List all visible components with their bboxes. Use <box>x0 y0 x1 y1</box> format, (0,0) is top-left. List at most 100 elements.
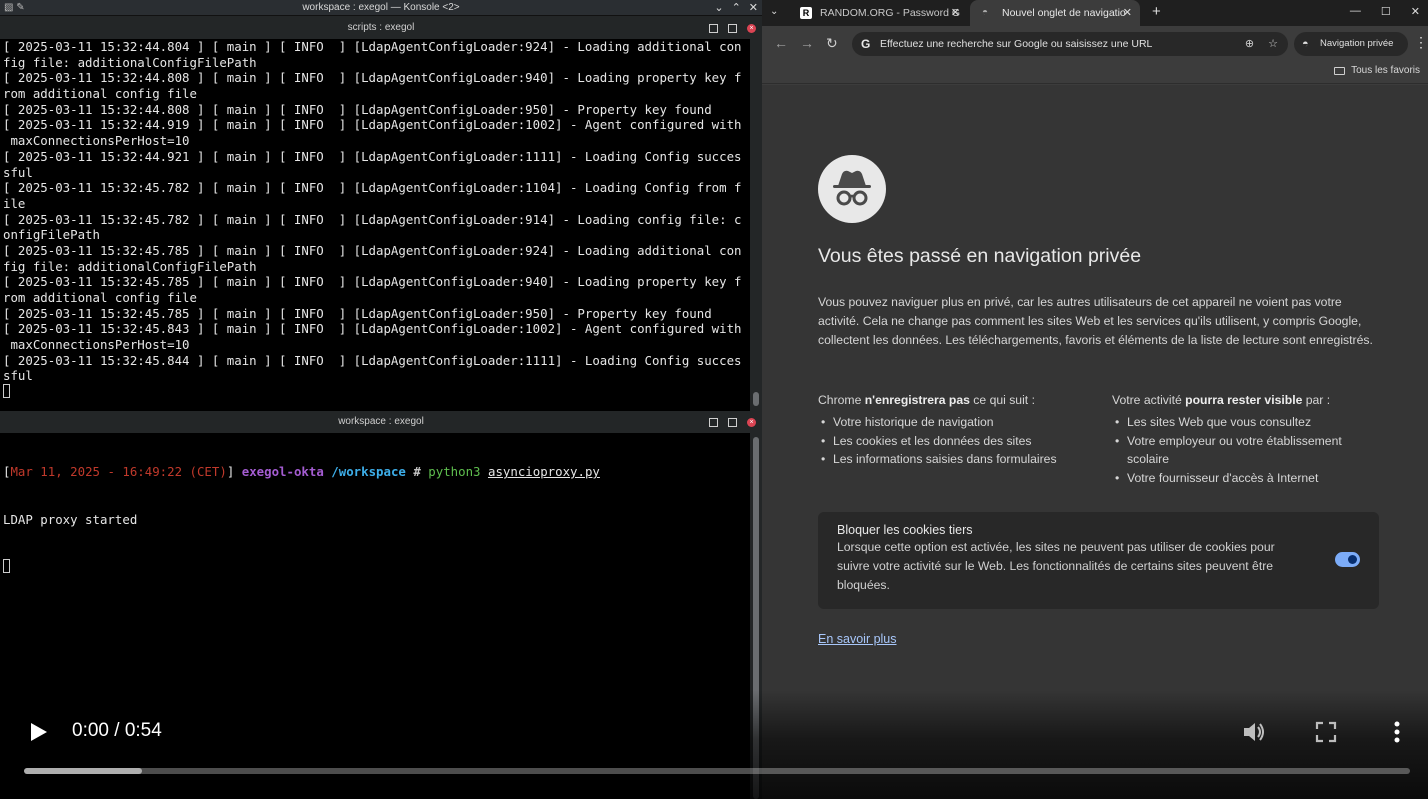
log-line: ile <box>3 195 26 211</box>
log-line: [ 2025-03-11 15:32:45.844 ] [ main ] [ I… <box>3 352 742 368</box>
seek-bar[interactable] <box>24 768 1410 774</box>
close-pane-icon[interactable]: × <box>747 417 756 427</box>
omnibox[interactable]: G Effectuez une recherche sur Google ou … <box>852 32 1288 56</box>
not-saved-heading: Chrome n'enregistrera pas ce qui suit : <box>818 393 1035 407</box>
more-vert-icon <box>1394 721 1400 743</box>
maximize-icon[interactable]: ⌃ <box>732 0 741 16</box>
log-line: sful <box>3 368 33 384</box>
log-line: [ 2025-03-11 15:32:44.804 ] [ main ] [ I… <box>3 39 742 54</box>
forward-arrow-icon[interactable]: → <box>800 35 814 51</box>
minimize-icon[interactable]: — <box>1350 5 1361 18</box>
volume-button[interactable] <box>1240 718 1268 746</box>
maximize-icon[interactable]: ☐ <box>1381 5 1391 18</box>
incognito-indicator[interactable]: ◓ Navigation privée <box>1294 32 1408 56</box>
split-pane-icon[interactable] <box>709 23 718 33</box>
list-item: Votre historique de navigation <box>818 413 1098 432</box>
prompt-host: exegol-okta <box>241 464 324 480</box>
terminal-top[interactable]: [ 2025-03-11 15:32:44.804 ] [ main ] [ I… <box>0 39 750 411</box>
cookie-card-title: Bloquer les cookies tiers <box>837 523 973 537</box>
cookie-card-description: Lorsque cette option est activée, les si… <box>837 540 1275 592</box>
intro-paragraph: Vous pouvez naviguer plus en privé, car … <box>818 295 1373 347</box>
fullscreen-button[interactable] <box>1314 720 1338 744</box>
new-tab-plus-icon[interactable]: + <box>1152 3 1161 20</box>
detach-pane-icon[interactable] <box>728 23 737 33</box>
tab-strip: ⌄ R RANDOM.ORG - Password G ✕ ◓ Nouvel o… <box>762 0 1428 26</box>
tab-random-org[interactable]: R RANDOM.ORG - Password G ✕ <box>788 0 968 26</box>
more-options-button[interactable] <box>1390 718 1404 746</box>
close-tab-icon[interactable]: ✕ <box>951 0 960 26</box>
split-pane-icon[interactable] <box>709 417 718 427</box>
reload-icon[interactable]: ↻ <box>826 35 838 52</box>
fullscreen-icon <box>1315 721 1337 743</box>
list-item: Les cookies et les données des sites <box>818 432 1098 451</box>
page-title: Vous êtes passé en navigation privée <box>818 245 1142 267</box>
log-line: [ 2025-03-11 15:32:45.785 ] [ main ] [ I… <box>3 274 742 290</box>
pane-title: workspace : exegol <box>338 416 424 427</box>
scrollbar-top[interactable] <box>750 39 762 411</box>
close-icon[interactable]: ✕ <box>749 0 758 16</box>
log-line: rom additional config file <box>3 290 197 305</box>
list-item: Les sites Web que vous consultez <box>1112 413 1382 432</box>
zoom-icon[interactable]: ⊕ <box>1245 32 1254 56</box>
incognito-icon: ◓ <box>1302 38 1309 50</box>
konsole-window-title: workspace : exegol — Konsole <2> <box>302 2 460 13</box>
log-line: [ 2025-03-11 15:32:44.808 ] [ main ] [ I… <box>3 101 712 117</box>
toggle-knob <box>1348 555 1357 564</box>
log-line: sful <box>3 164 33 180</box>
log-line: [ 2025-03-11 15:32:44.919 ] [ main ] [ I… <box>3 117 742 133</box>
learn-more-link[interactable]: En savoir plus <box>818 632 897 646</box>
seek-buffered <box>24 768 142 774</box>
tab-label: RANDOM.ORG - Password G <box>820 7 961 19</box>
log-line: maxConnectionsPerHost=10 <box>3 133 190 149</box>
log-line: maxConnectionsPerHost=10 <box>3 337 190 353</box>
close-icon[interactable]: ✕ <box>1411 5 1420 18</box>
detach-pane-icon[interactable] <box>728 417 737 427</box>
command: python3 <box>428 464 481 480</box>
incognito-icon: ◓ <box>982 7 989 18</box>
log-line: [ 2025-03-11 15:32:44.808 ] [ main ] [ I… <box>3 70 742 86</box>
konsole-app-icon[interactable]: ▧ ✎ <box>4 0 25 16</box>
terminal-cursor <box>3 558 10 573</box>
tab-search-icon[interactable]: ⌄ <box>770 6 778 17</box>
back-arrow-icon[interactable]: ← <box>774 35 788 51</box>
time-display: 0:00 / 0:54 <box>72 720 162 741</box>
bookmark-star-icon[interactable]: ☆ <box>1268 32 1278 56</box>
pane-header-bottom: workspace : exegol × <box>0 411 762 433</box>
log-line: fig file: additionalConfigFilePath <box>3 54 257 70</box>
incognito-label: Navigation privée <box>1320 38 1394 49</box>
minimize-icon[interactable]: ⌄ <box>714 0 723 16</box>
close-pane-icon[interactable]: × <box>747 23 756 33</box>
random-org-favicon: R <box>800 7 812 19</box>
play-icon <box>31 723 47 741</box>
tab-label: Nouvel onglet de navigatio <box>1002 7 1126 19</box>
output-line: LDAP proxy started <box>3 511 138 527</box>
log-line: [ 2025-03-11 15:32:45.782 ] [ main ] [ I… <box>3 211 742 227</box>
konsole-titlebar: ▧ ✎ workspace : exegol — Konsole <2> ⌄ ⌃… <box>0 0 762 16</box>
log-line: onfigFilePath <box>3 227 100 243</box>
prompt-timestamp: Mar 11, 2025 - 16:49:22 (CET) <box>10 464 227 480</box>
not-saved-section: Chrome n'enregistrera pas ce qui suit : … <box>818 391 1098 469</box>
command-argument[interactable]: asyncioproxy.py <box>488 464 600 479</box>
shell-prompt: [Mar 11, 2025 - 16:49:22 (CET)] exegol-o… <box>3 464 600 480</box>
tab-new-incognito[interactable]: ◓ Nouvel onglet de navigatio ✕ <box>970 0 1140 26</box>
prompt-path: /workspace <box>331 464 406 480</box>
third-party-cookies-card: Bloquer les cookies tiers Lorsque cette … <box>818 512 1379 609</box>
all-bookmarks-label: Tous les favoris <box>1351 65 1420 76</box>
close-tab-icon[interactable]: ✕ <box>1123 0 1132 26</box>
bookmarks-bar: Tous les favoris <box>762 62 1428 84</box>
konsole-window: ▧ ✎ workspace : exegol — Konsole <2> ⌄ ⌃… <box>0 0 762 799</box>
all-bookmarks-button[interactable]: Tous les favoris <box>1334 65 1420 76</box>
volume-icon <box>1244 723 1264 741</box>
list-item: Les informations saisies dans formulaire… <box>818 450 1098 469</box>
log-line: [ 2025-03-11 15:32:45.843 ] [ main ] [ I… <box>3 321 742 337</box>
video-controls-gradient <box>0 690 1428 799</box>
chrome-menu-icon[interactable]: ⋮ <box>1414 34 1428 51</box>
play-button[interactable] <box>28 720 50 744</box>
log-line: [ 2025-03-11 15:32:45.785 ] [ main ] [ I… <box>3 305 712 321</box>
log-line: [ 2025-03-11 15:32:45.782 ] [ main ] [ I… <box>3 180 742 196</box>
scrollbar-thumb-top[interactable] <box>753 392 759 406</box>
block-cookies-toggle[interactable] <box>1335 552 1360 567</box>
toolbar: ← → ↻ G Effectuez une recherche sur Goog… <box>762 26 1428 62</box>
chrome-window: ⌄ R RANDOM.ORG - Password G ✕ ◓ Nouvel o… <box>762 0 1428 799</box>
list-item: Votre fournisseur d'accès à Internet <box>1112 469 1382 488</box>
